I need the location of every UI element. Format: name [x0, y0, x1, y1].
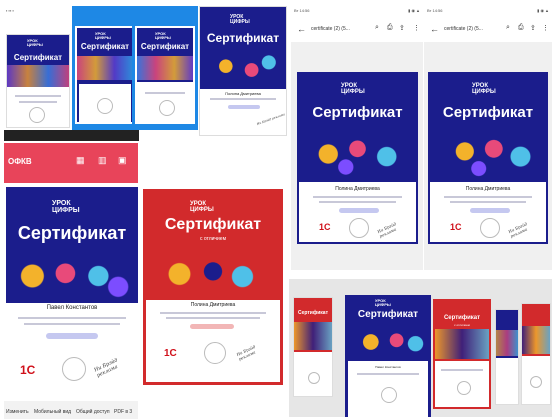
children-illustration: [6, 249, 138, 303]
certificate-title: Сертификат: [206, 31, 280, 45]
children-illustration: [430, 128, 546, 180]
status-time: Вт 14:56: [427, 8, 443, 13]
recipient-name: Павел Константов: [46, 305, 98, 311]
mobile-view-action[interactable]: Мобильный вид: [34, 409, 71, 415]
certificate-thumbnail: УРОК ЦИФРЫ Сертификат: [75, 26, 135, 124]
search-icon[interactable]: ⌕: [506, 24, 510, 32]
children-illustration: [200, 51, 286, 89]
recipient-name: Полина Дмитриева: [190, 302, 236, 308]
status-bar: ▪ ▪▪ ▪: [6, 8, 14, 13]
logo-text: УРОК ЦИФРЫ: [472, 83, 496, 95]
logo-text: УРОК ЦИФРЫ: [155, 31, 171, 40]
print-icon[interactable]: ⎙: [387, 24, 393, 32]
certificate-title: Сертификат: [13, 53, 63, 62]
children-illustration: [77, 56, 133, 80]
certificate-subtitle: с отличием: [199, 236, 227, 242]
more-icon[interactable]: ⋮: [413, 24, 420, 32]
logo-text: УРОК ЦИФРЫ: [341, 83, 365, 95]
certificate-page: УРОК ЦИФРЫ Сертификат Полина Дмитриева 1…: [297, 72, 418, 244]
collage-bottom-right: Сертификат УРОК ЦИФРЫ Сертификат Павел К…: [289, 279, 552, 417]
status-time: Вт 14:56: [294, 8, 310, 13]
print-icon[interactable]: ⎙: [518, 24, 524, 32]
1c-logo: 1С: [164, 348, 177, 359]
share-screen: ОФКВ ▦ ▥ ▣ УРОК ЦИФРЫ Сертификат Павел К…: [4, 143, 138, 419]
recipient-name: Полина Дмитриева: [335, 186, 380, 192]
children-illustration: [146, 248, 280, 300]
certificate-mini-red: Сертификат: [293, 297, 333, 397]
signature: Ни Брэйд реклама: [93, 357, 119, 379]
1c-logo: 1С: [450, 222, 462, 232]
logo-text: УРОК ЦИФРЫ: [375, 298, 391, 307]
signature: Ни Брэйд реклама: [376, 221, 397, 239]
certificate-title: Сертификат: [164, 216, 262, 233]
signature: Ни Брэйд реклама: [235, 343, 257, 362]
status-icons: ▮ ◉ ▲: [537, 8, 549, 13]
grid-icon[interactable]: ▦: [76, 155, 85, 166]
share-icon[interactable]: ⇪: [399, 24, 405, 32]
pdf-file-name: certificate (2) (5...: [311, 26, 350, 32]
certificate-title: Сертификат: [442, 104, 534, 121]
certificate-thumbnail: УРОК ЦИФРЫ Сертификат: [135, 26, 195, 124]
certificate-thumbnail: УРОК ЦИФРЫ Сертификат: [6, 34, 70, 128]
recipient-name: Павел Константов: [375, 365, 401, 369]
1c-logo: 1С: [319, 222, 331, 232]
search-icon[interactable]: ⌕: [375, 24, 379, 32]
certificate-title: Сертификат: [443, 315, 481, 321]
app-name: ОФКВ: [8, 157, 32, 166]
1c-logo: 1С: [20, 363, 36, 377]
logo-text: УРОК ЦИФРЫ: [52, 200, 80, 214]
certificate-mini-red-3: [521, 303, 551, 405]
certificate-title: Сертификат: [80, 42, 130, 51]
share-icon[interactable]: ⇪: [530, 24, 536, 32]
more-icon[interactable]: ⋮: [542, 24, 549, 32]
pdf-toolbar: Вт 14:56 ▮ ◉ ▲ ← certificate (2) (5... ⌕…: [424, 6, 552, 42]
collage-top-left: ▪ ▪▪ ▪ УРОК ЦИФРЫ Сертификат УРОК ЦИФРЫ …: [4, 6, 140, 141]
logo-text: УРОК ЦИФРЫ: [230, 14, 250, 25]
recipient-name: Полина Дмитриева: [465, 186, 511, 192]
signature: Ни Брэйд реклама: [256, 112, 286, 127]
certificate-mini-blue-2: [495, 309, 519, 405]
layout-icon[interactable]: ▥: [98, 155, 107, 166]
logo-text: УРОК ЦИФРЫ: [95, 31, 111, 40]
recipient-name: Полина Дмитриева: [225, 91, 261, 96]
certificate-blue-tall: УРОК ЦИФРЫ Сертификат Полина Дмитриева Н…: [199, 6, 287, 136]
pdf-viewer-1: Вт 14:56 ▮ ◉ ▲ ← certificate (2) (5... ⌕…: [291, 6, 423, 270]
edit-action[interactable]: Изменить: [6, 409, 29, 415]
phone-black-strip: [4, 130, 139, 141]
status-icons: ▮ ◉ ▲: [408, 8, 420, 13]
children-illustration: [7, 65, 69, 87]
certificate-title: Сертификат: [140, 42, 190, 51]
certificate-title: Сертификат: [297, 310, 329, 316]
logo-text: УРОК ЦИФРЫ: [190, 201, 214, 213]
certificate-subtitle: с отличием: [454, 323, 470, 327]
share-header: ОФКВ ▦ ▥ ▣: [4, 143, 138, 183]
share-actions-bar: Изменить Мобильный вид Общий доступ PDF …: [4, 401, 138, 419]
back-arrow-icon[interactable]: ←: [297, 24, 306, 34]
certificate-title: Сертификат: [17, 223, 127, 243]
pdf-viewer-2: Вт 14:56 ▮ ◉ ▲ ← certificate (2) (5... ⌕…: [424, 6, 552, 270]
certificate-page: УРОК ЦИФРЫ Сертификат Полина Дмитриева 1…: [428, 72, 548, 244]
back-arrow-icon[interactable]: ←: [430, 24, 439, 34]
certificate-mini-blue: УРОК ЦИФРЫ Сертификат Павел Константов: [345, 295, 431, 417]
certificate-title: Сертификат: [312, 104, 403, 121]
phone-screenshot-1: ▪ ▪▪ ▪ УРОК ЦИФРЫ Сертификат: [4, 6, 72, 130]
logo-text: УРОК ЦИФРЫ: [27, 38, 43, 47]
signature: Ни Брэйд реклама: [507, 221, 528, 239]
certificate-mini-red-2: Сертификат с отличием: [433, 299, 491, 409]
phone-screenshot-3-body: УРОК ЦИФРЫ Сертификат: [132, 6, 198, 130]
share-action[interactable]: Общий доступ: [76, 409, 110, 415]
phone-screenshot-2: УРОК ЦИФРЫ Сертификат: [72, 6, 140, 130]
pdf-toolbar: Вт 14:56 ▮ ◉ ▲ ← certificate (2) (5... ⌕…: [291, 6, 423, 42]
children-illustration: [137, 56, 193, 80]
certificate-title: Сертификат: [357, 309, 419, 320]
certificate-red-distinction: УРОК ЦИФРЫ Сертификат с отличием Полина …: [143, 189, 283, 385]
pdf-file-name: certificate (2) (5...: [444, 26, 483, 32]
certificate-large: УРОК ЦИФРЫ Сертификат Павел Константов 1…: [6, 187, 138, 397]
children-illustration: [345, 325, 431, 359]
expand-icon[interactable]: ▣: [118, 155, 127, 166]
children-illustration: [299, 128, 416, 180]
pdf-action[interactable]: PDF в 3: [114, 409, 132, 415]
